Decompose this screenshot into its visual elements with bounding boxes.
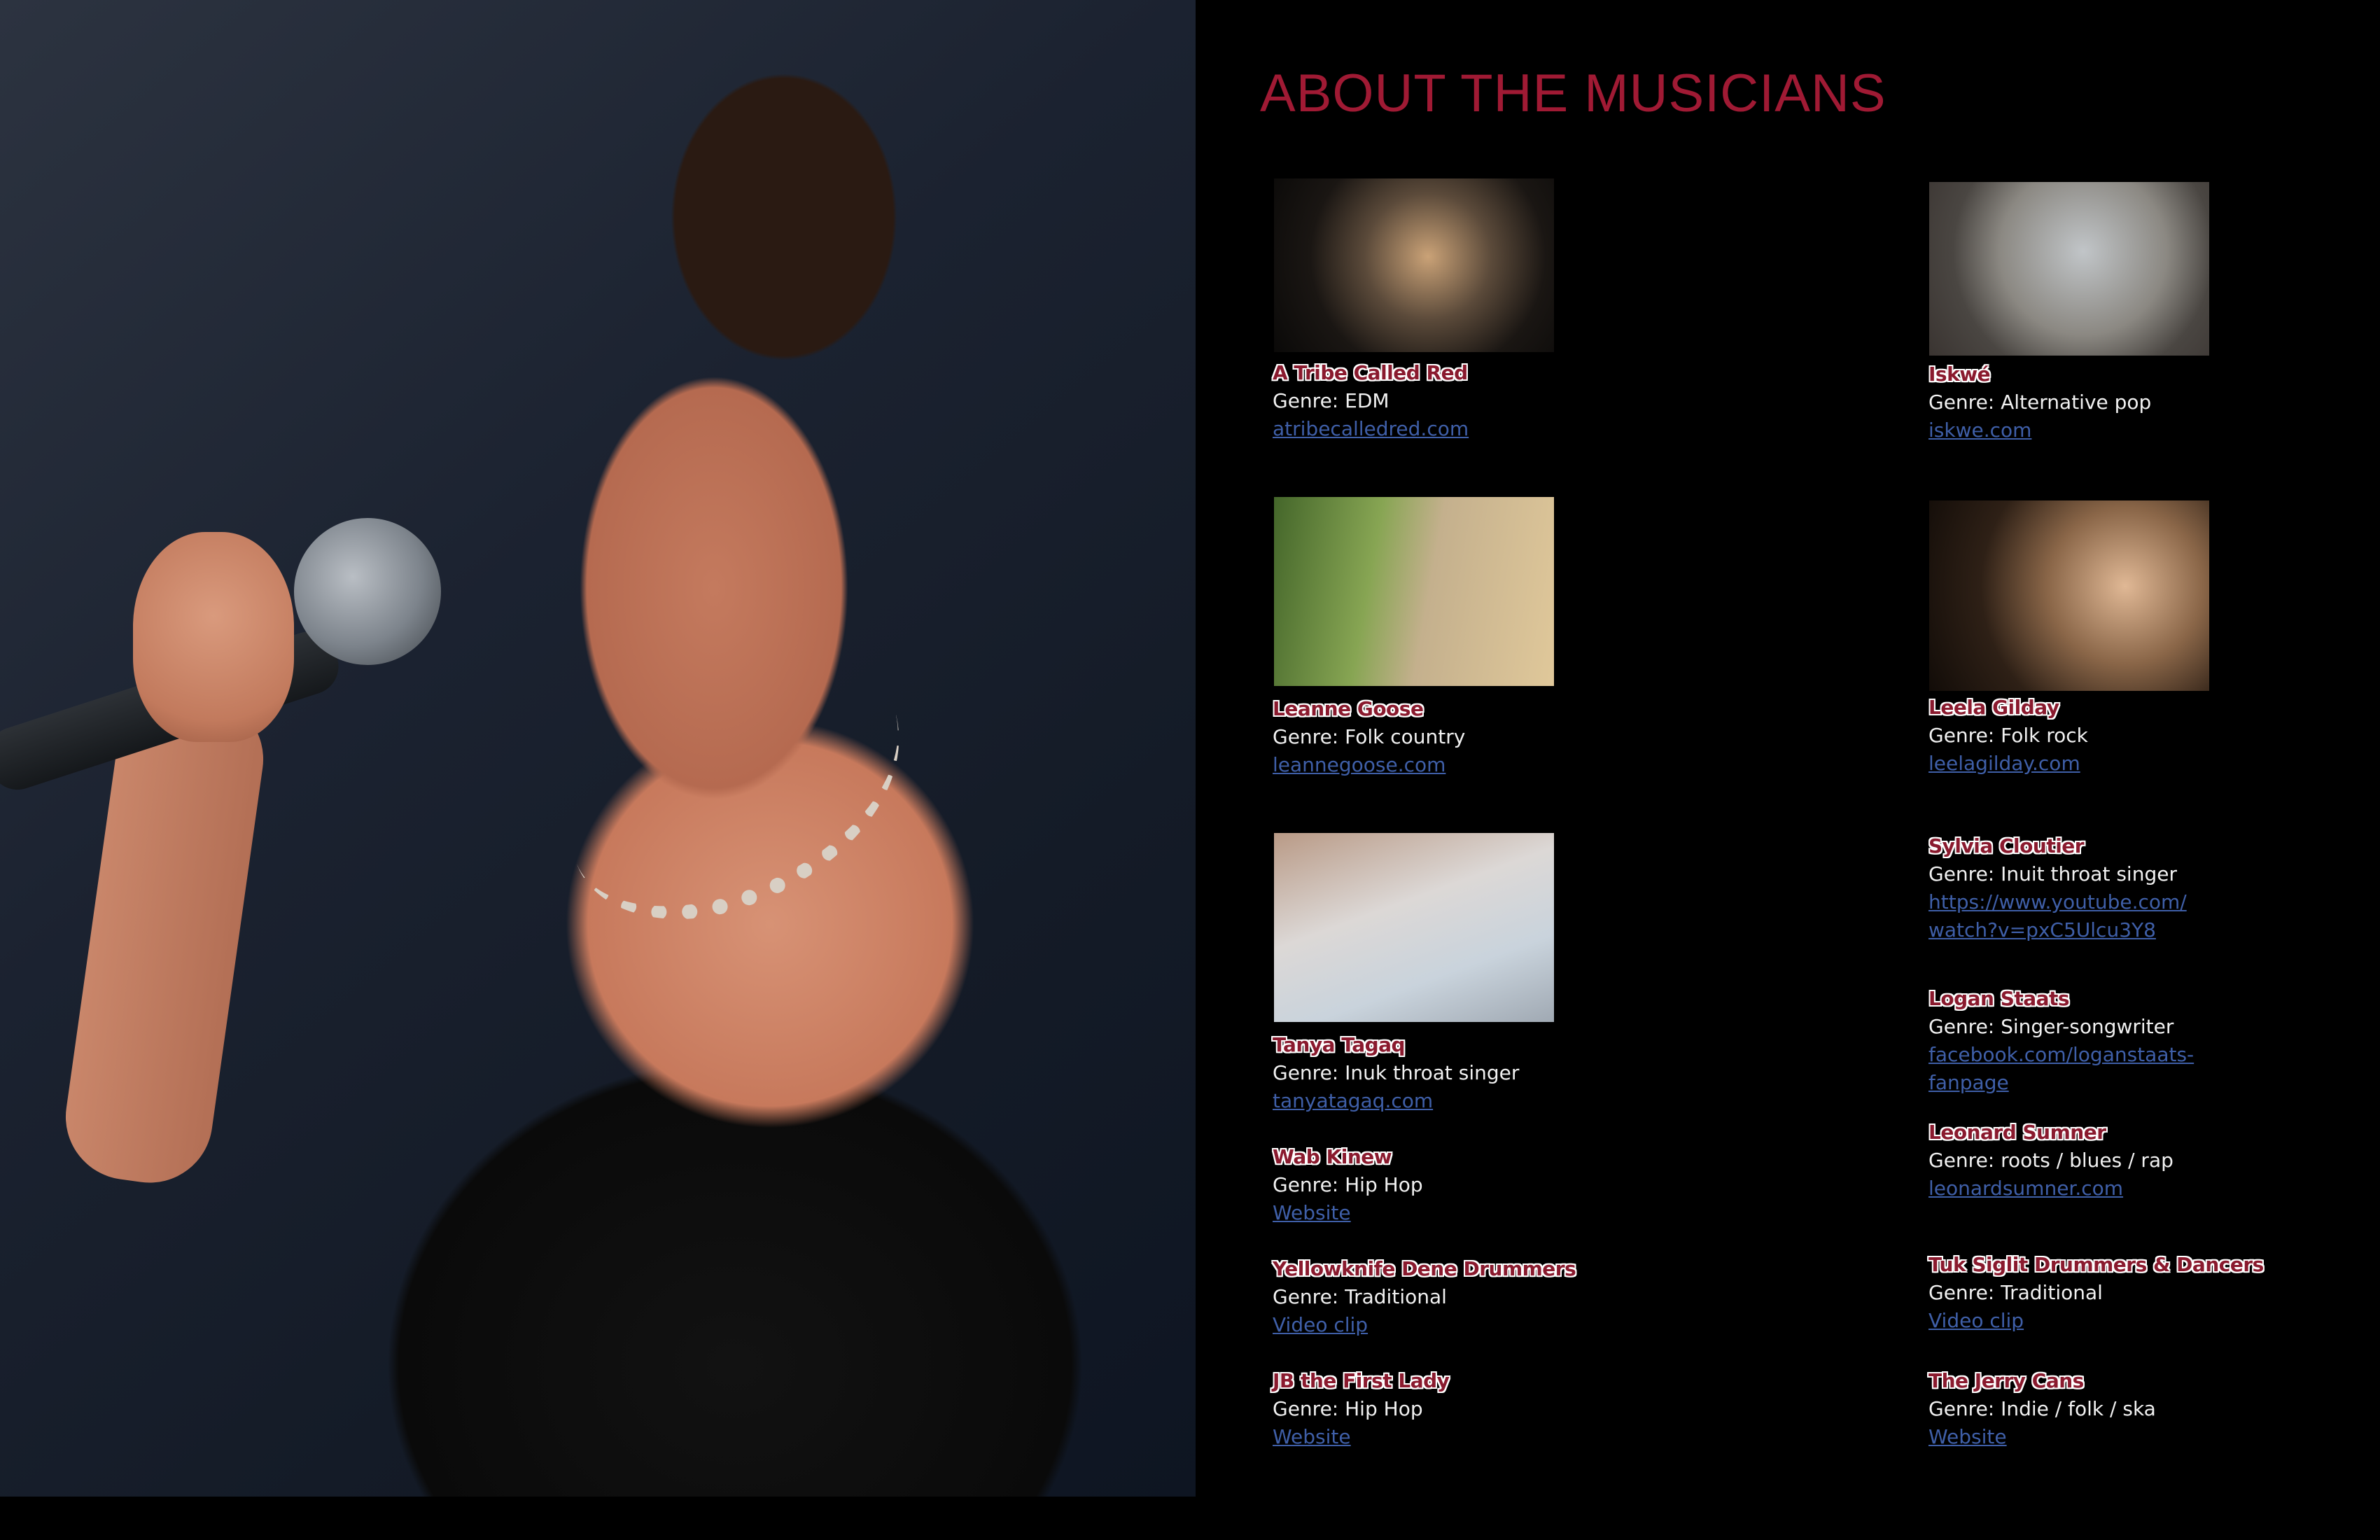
musician-name: Leonard Sumner: [1928, 1121, 2106, 1144]
musician-name: Tanya Tagaq: [1273, 1033, 1406, 1056]
hero-hand: [133, 532, 294, 742]
musician-card-iskwe: Iskwé Genre: Alternative pop iskwe.com: [1928, 360, 2380, 444]
photo-iskwe: [1929, 182, 2209, 356]
musician-genre: Genre: Traditional: [1273, 1285, 1447, 1308]
musician-genre: Genre: Inuit throat singer: [1928, 862, 2177, 886]
musician-name: JB the First Lady: [1273, 1369, 1450, 1392]
photo-a-tribe-called-red: [1274, 178, 1554, 352]
musician-name: Iskwé: [1928, 363, 1991, 386]
musician-link-line2[interactable]: watch?v=pxC5Ulcu3Y8: [1928, 916, 2380, 944]
musician-genre: Genre: Hip Hop: [1273, 1397, 1423, 1420]
musician-genre: Genre: EDM: [1273, 389, 1390, 412]
musician-genre: Genre: Alternative pop: [1928, 391, 2152, 414]
musician-link[interactable]: iskwe.com: [1928, 416, 2380, 444]
musician-genre: Genre: Hip Hop: [1273, 1173, 1423, 1196]
musician-link[interactable]: Website: [1928, 1423, 2380, 1451]
musician-link[interactable]: leannegoose.com: [1273, 751, 1763, 779]
hero-microphone-head: [294, 518, 441, 665]
musician-link[interactable]: Video clip: [1273, 1311, 1763, 1339]
musician-card-the-jerry-cans: The Jerry Cans Genre: Indie / folk / ska…: [1928, 1367, 2380, 1451]
musician-genre: Genre: Folk country: [1273, 725, 1466, 748]
musician-name: Yellowknife Dene Drummers: [1273, 1257, 1576, 1280]
musician-link-line1[interactable]: facebook.com/loganstaats-: [1928, 1041, 2380, 1069]
musician-link[interactable]: atribecalledred.com: [1273, 415, 1763, 443]
hero-necklace: [531, 617, 939, 953]
musician-link[interactable]: tanyatagaq.com: [1273, 1087, 1763, 1115]
musician-card-yellowknife-dene-drummers: Yellowknife Dene Drummers Genre: Traditi…: [1273, 1255, 1763, 1339]
musician-name: Logan Staats: [1928, 987, 2070, 1010]
photo-leela-gilday: [1929, 500, 2209, 691]
musician-card-leonard-sumner: Leonard Sumner Genre: roots / blues / ra…: [1928, 1119, 2380, 1203]
musician-genre: Genre: Folk rock: [1928, 724, 2088, 747]
musician-name: A Tribe Called Red: [1273, 361, 1468, 384]
musician-link[interactable]: Video clip: [1928, 1307, 2380, 1335]
photo-tanya-tagaq: [1274, 833, 1554, 1022]
musician-genre: Genre: Inuk throat singer: [1273, 1061, 1520, 1084]
musician-card-logan-staats: Logan Staats Genre: Singer-songwriter fa…: [1928, 985, 2380, 1097]
musician-name: Sylvia Cloutier: [1928, 834, 2085, 858]
musician-genre: Genre: roots / blues / rap: [1928, 1149, 2174, 1172]
musician-name: Leela Gilday: [1928, 696, 2059, 719]
musician-link-line2[interactable]: fanpage: [1928, 1069, 2380, 1097]
musician-genre: Genre: Traditional: [1928, 1281, 2103, 1304]
musician-card-leanne-goose: Leanne Goose Genre: Folk country leanneg…: [1273, 695, 1763, 779]
musician-genre: Genre: Indie / folk / ska: [1928, 1397, 2156, 1420]
musician-link-line1[interactable]: https://www.youtube.com/: [1928, 888, 2380, 916]
musician-card-jb-the-first-lady: JB the First Lady Genre: Hip Hop Website: [1273, 1367, 1763, 1451]
musician-card-tanya-tagaq: Tanya Tagaq Genre: Inuk throat singer ta…: [1273, 1031, 1763, 1115]
musician-link[interactable]: Website: [1273, 1423, 1763, 1451]
musician-name: Wab Kinew: [1273, 1145, 1392, 1168]
page-title: ABOUT THE MUSICIANS: [1260, 64, 1886, 123]
musician-card-tuk-siglit-drummers-dancers: Tuk Siglit Drummers & Dancers Genre: Tra…: [1928, 1251, 2380, 1335]
musician-link[interactable]: Website: [1273, 1199, 1763, 1227]
musician-genre: Genre: Singer-songwriter: [1928, 1015, 2174, 1038]
musician-card-leela-gilday: Leela Gilday Genre: Folk rock leelagilda…: [1928, 694, 2380, 778]
musician-link[interactable]: leelagilday.com: [1928, 750, 2380, 778]
musician-link[interactable]: leonardsumner.com: [1928, 1175, 2380, 1203]
musician-name: The Jerry Cans: [1928, 1369, 2084, 1392]
musician-name: Leanne Goose: [1273, 697, 1424, 720]
musician-name: Tuk Siglit Drummers & Dancers: [1928, 1253, 2264, 1276]
musician-card-wab-kinew: Wab Kinew Genre: Hip Hop Website: [1273, 1143, 1763, 1227]
musician-card-sylvia-cloutier: Sylvia Cloutier Genre: Inuit throat sing…: [1928, 832, 2380, 944]
photo-leanne-goose: [1274, 497, 1554, 686]
hero-photo-singer: [0, 0, 1196, 1497]
musician-card-a-tribe-called-red: A Tribe Called Red Genre: EDM atribecall…: [1273, 359, 1763, 443]
